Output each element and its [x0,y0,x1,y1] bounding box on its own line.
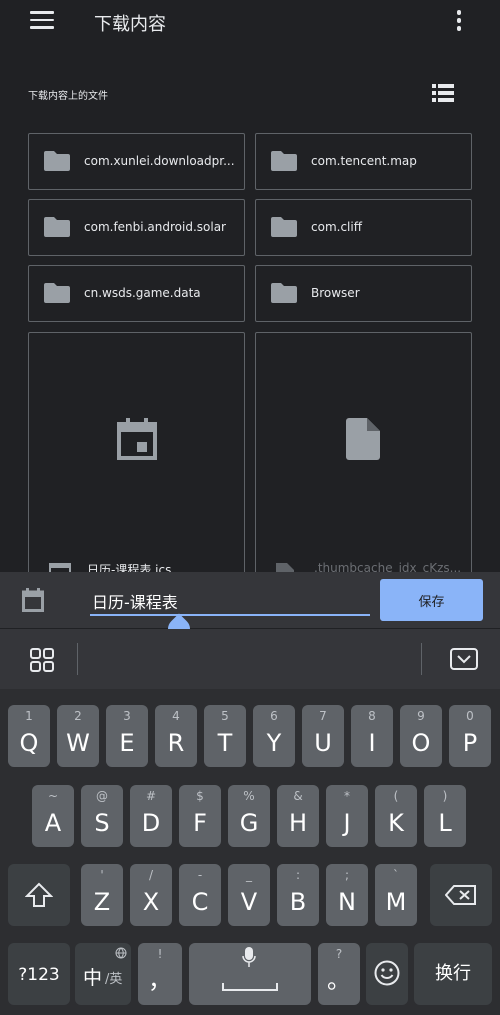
key-w[interactable]: 2W [57,705,99,767]
menu-icon[interactable] [30,11,54,31]
list-view-icon[interactable] [432,84,454,102]
calendar-icon [22,588,44,612]
backspace-key[interactable] [430,864,492,926]
period-key[interactable]: ?。 [318,943,360,1005]
top-app-bar: 下载内容 [0,0,500,44]
page-title: 下载内容 [94,14,166,35]
key-y[interactable]: 6Y [253,705,295,767]
shift-key[interactable] [8,864,70,926]
lang-alt-label: /英 [105,972,123,987]
backspace-icon [445,885,476,905]
microphone-icon [242,947,256,967]
calendar-icon [117,418,157,460]
space-bar-icon [222,983,278,991]
key-e[interactable]: 3E [106,705,148,767]
folder-icon [44,151,70,171]
keyboard-toolbar [0,629,500,689]
folder-icon [271,151,297,171]
folder-name: com.tencent.map [311,154,417,168]
folder-item[interactable]: com.tencent.map [255,133,472,190]
soft-keyboard: 1Q 2W 3E 4R 5T 6Y 7U 8I 9O 0P ~ A @ S # D $… [0,689,500,1015]
key-b[interactable]: :B [277,864,319,926]
key-u[interactable]: 7U [302,705,344,767]
folder-item[interactable]: com.fenbi.android.solar [28,199,245,256]
key-r[interactable]: 4R [155,705,197,767]
folder-icon [44,283,70,303]
shift-icon [25,882,53,907]
key-m[interactable]: ` M [375,864,417,926]
folder-name: com.xunlei.downloadpr... [84,154,235,168]
lang-main-label: 中 [83,967,103,989]
section-label: 下载内容上的文件 [28,91,108,102]
toolbar-divider [77,643,78,675]
key-o[interactable]: 9O [400,705,442,767]
toolbar-divider [421,643,422,675]
key-v[interactable]: _ V [228,864,270,926]
key-f[interactable]: $ F [179,785,221,847]
globe-icon [115,947,127,959]
key-g[interactable]: % G [228,785,270,847]
key-p[interactable]: 0P [449,705,491,767]
language-key[interactable]: 中 /英 [75,943,131,1005]
folder-icon [44,217,70,237]
folder-item[interactable]: Browser [255,265,472,322]
file-name-input[interactable] [90,588,370,616]
folder-icon [271,217,297,237]
folder-icon [271,283,297,303]
more-options-icon[interactable] [452,10,466,34]
numbers-key[interactable]: ?123 [8,943,70,1005]
folder-name: com.fenbi.android.solar [84,220,226,234]
emoji-key[interactable] [366,943,408,1005]
key-s[interactable]: @ S [81,785,123,847]
key-j[interactable]: * J [326,785,368,847]
emoji-icon [374,960,400,986]
apps-grid-icon[interactable] [30,648,54,672]
enter-key[interactable]: 换行 [414,943,492,1005]
folder-name: cn.wsds.game.data [84,286,201,300]
key-i[interactable]: 8I [351,705,393,767]
folder-item[interactable]: com.xunlei.downloadpr... [28,133,245,190]
key-a[interactable]: ~ A [32,785,74,847]
comma-key[interactable]: !， [138,943,182,1005]
key-k[interactable]: (K [375,785,417,847]
folder-name: com.cliff [311,220,362,234]
space-key[interactable] [189,943,311,1005]
folder-item[interactable]: cn.wsds.game.data [28,265,245,322]
key-q[interactable]: 1Q [8,705,50,767]
key-h[interactable]: & H [277,785,319,847]
key-n[interactable]: ; N [326,864,368,926]
key-t[interactable]: 5T [204,705,246,767]
hide-keyboard-icon[interactable] [450,648,478,670]
folder-name: Browser [311,286,360,300]
key-z[interactable]: ' Z [81,864,123,926]
file-icon [346,418,380,460]
key-d[interactable]: # D [130,785,172,847]
key-c[interactable]: -C [179,864,221,926]
save-button[interactable]: 保存 [380,579,483,621]
file-card[interactable]: 日历-课程表.ics [28,332,245,592]
folder-item[interactable]: com.cliff [255,199,472,256]
file-card[interactable]: .thumbcache_idx_cKzs... [255,332,472,592]
key-x[interactable]: / X [130,864,172,926]
key-l[interactable]: ) L [424,785,466,847]
